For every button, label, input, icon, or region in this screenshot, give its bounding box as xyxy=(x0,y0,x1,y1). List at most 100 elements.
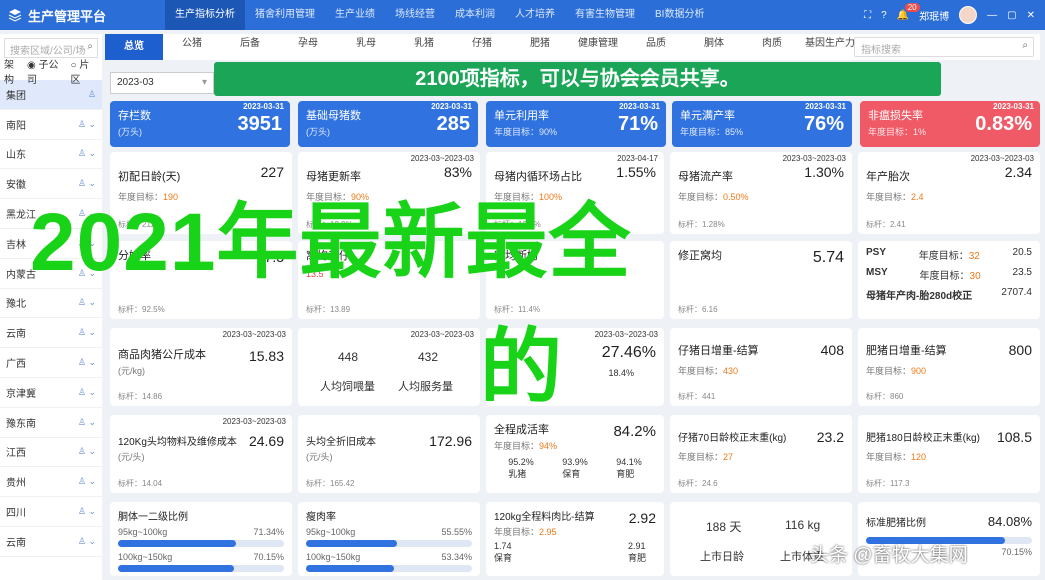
sidebar-item[interactable]: 山东 ♙ ⌄ xyxy=(0,140,102,170)
radio-area[interactable]: ○ 片区 xyxy=(71,56,98,86)
subtab[interactable]: 品质 xyxy=(627,34,685,60)
card-litter-size[interactable]: 窝均产仔 13.5 标杆：13.89 xyxy=(298,241,480,319)
avatar[interactable] xyxy=(959,6,978,24)
card-target: 年度目标：100% xyxy=(494,192,563,202)
subtab[interactable]: 胴体 xyxy=(685,34,743,60)
help-icon[interactable]: ? xyxy=(881,10,887,21)
sidebar-item[interactable]: 豫东南 ♙ ⌄ xyxy=(0,408,102,438)
nav-tab-production-index[interactable]: 生产指标分析 xyxy=(165,0,245,30)
region-search-input[interactable]: 搜索区域/公司/场 ⌕ xyxy=(4,38,98,58)
card-value: 87.3 xyxy=(256,249,284,265)
card-piglet-adg[interactable]: 仔猪日增重-结算 408 年度目标：430 标杆：441 xyxy=(670,328,852,406)
subtab[interactable]: 乳母 xyxy=(337,34,395,60)
card-lean-rate[interactable]: 瘦肉率 95kg~100kg 55.55% 100kg~150kg 53.34% xyxy=(298,502,480,576)
card-material-cost[interactable]: 2023-03~2023-03 120Kg头均物料及维修成本 (元/头) 24.… xyxy=(110,415,292,493)
card-foot: 标杆：860 xyxy=(866,392,904,401)
sidebar-item[interactable]: 京津冀 ♙ ⌄ xyxy=(0,378,102,408)
card-weaning[interactable]: 窝均断奶 标杆：11.4% xyxy=(486,241,664,319)
card-date: 2023-03~2023-03 xyxy=(594,330,658,339)
sidebar-item[interactable]: 江西 ♙ ⌄ xyxy=(0,438,102,468)
card-title: 胴体一二级比例 xyxy=(118,512,188,523)
card-weaning-rate[interactable]: 2023-03~2023-03 27.46% 18.4% xyxy=(486,328,664,406)
card-foot: 标杆：92.5% xyxy=(118,305,165,314)
card-per-capita[interactable]: 2023-03~2023-03 448 432 人均饲喂量 人均服务量 xyxy=(298,328,480,406)
minimize-icon[interactable]: — xyxy=(987,10,997,21)
kpi-card[interactable]: 2023-03-31 非瘟损失率 年度目标：1% 0.83% xyxy=(860,101,1040,147)
metric-card[interactable]: 2023-04-17 母猪内循环场占比 1.55% 年度目标：100% 标杆：12.9% xyxy=(486,152,664,234)
bell-icon[interactable]: 🔔 20 xyxy=(897,2,920,21)
sidebar-item[interactable]: 豫北 ♙ ⌄ xyxy=(0,289,102,319)
nav-tab-farm-operation[interactable]: 场线经营 xyxy=(385,0,445,30)
card-title: 仔猪日增重-结算 xyxy=(678,345,759,357)
card-corrected-litter[interactable]: 修正窝均 5.74 标杆：6.16 xyxy=(670,241,852,319)
fullscreen-icon[interactable]: ⛶ xyxy=(864,10,871,21)
card-foot: 标杆：12.9% xyxy=(494,220,541,229)
nav-tab-cost-profit[interactable]: 成本利润 xyxy=(445,0,505,30)
window-icon[interactable]: ▢ xyxy=(1007,10,1016,21)
sidebar-item[interactable]: 四川 ♙ ⌄ xyxy=(0,497,102,527)
subtab[interactable]: 总览 xyxy=(105,34,163,60)
card-foot: 标杆：14.86 xyxy=(118,392,163,401)
card-finisher-adg[interactable]: 肥猪日增重-结算 800 年度目标：900 标杆：860 xyxy=(858,328,1040,406)
card-date: 2023-03~2023-03 xyxy=(410,154,474,163)
sidebar-item[interactable]: 吉林 ♙ ⌄ xyxy=(0,229,102,259)
nav-tab-pest[interactable]: 有害生物管理 xyxy=(565,0,645,30)
metric-card[interactable]: 2023-03~2023-03 母猪更新率 83% 年度目标：90% 标杆：12.9% xyxy=(298,152,480,234)
person-icon: ♙ ⌄ xyxy=(77,357,96,368)
card-feed-ratio[interactable]: 120kg全程料肉比-结算 2.92 年度目标：2.95 1.74 保育 2.91… xyxy=(486,502,664,576)
kpi-card[interactable]: 2023-03-31 基础母猪数 (万头) 285 xyxy=(298,101,478,147)
metric-card[interactable]: 初配日龄(天) 227 年度目标：190 标杆：212 xyxy=(110,152,292,234)
app-logo[interactable]: 生产管理平台 xyxy=(0,6,165,25)
kpi-card[interactable]: 2023-03-31 存栏数 (万头) 3951 xyxy=(110,101,290,147)
subtab[interactable]: 乳猪 xyxy=(395,34,453,60)
card-psy-msy[interactable]: PSY 年度目标：32 20.5 MSY 年度目标：30 23.5 母猪年产肉-胎280… xyxy=(858,241,1040,319)
card-depreciation[interactable]: 头均全折旧成本 (元/头) 172.96 标杆：165.42 xyxy=(298,415,480,493)
sidebar-item[interactable]: 云南 ♙ ⌄ xyxy=(0,318,102,349)
grade-bar-1 xyxy=(118,540,284,547)
card-finisher-weight[interactable]: 肥猪180日龄校正末重(kg) 108.5 年度目标：120 标杆：117.3 xyxy=(858,415,1040,493)
nav-tab-production-performance[interactable]: 生产业绩 xyxy=(325,0,385,30)
nav-tab-pen-utilization[interactable]: 猪舍利用管理 xyxy=(245,0,325,30)
close-icon[interactable]: ✕ xyxy=(1027,10,1035,21)
subtab[interactable]: 后备 xyxy=(221,34,279,60)
card-carcass-grade[interactable]: 胴体一二级比例 95kg~100kg 71.34% 100kg~150kg 70.1… xyxy=(110,502,292,576)
subtab[interactable]: 肥猪 xyxy=(511,34,569,60)
kpi-card[interactable]: 2023-03-31 单元利用率 年度目标：90% 71% xyxy=(486,101,666,147)
sidebar-item[interactable]: 安徽 ♙ ⌄ xyxy=(0,169,102,200)
card-target: 年度目标：94% xyxy=(494,441,558,451)
sidebar-item[interactable]: 贵州 ♙ ⌄ xyxy=(0,467,102,498)
subtab[interactable]: 仔猪 xyxy=(453,34,511,60)
subtab[interactable]: 健康管理 xyxy=(569,34,627,60)
sidebar-item[interactable]: 广西 ♙ ⌄ xyxy=(0,348,102,378)
card-target: 年度目标：27 xyxy=(678,452,734,462)
kpi-value: 76% xyxy=(803,113,844,135)
nav-tab-talent[interactable]: 人才培养 xyxy=(505,0,565,30)
sidebar-item[interactable]: 黑龙江 ♙ ⌄ xyxy=(0,199,102,229)
card-farrowing[interactable]: 分娩率 87.3 标杆：92.5% xyxy=(110,241,292,319)
subtab[interactable]: 公猪 xyxy=(163,34,221,60)
date-picker[interactable]: 2023-03 ▾ xyxy=(110,72,214,94)
metric-card[interactable]: 2023-03~2023-03 母猪流产率 1.30% 年度目标：0.50% 标杆：1.… xyxy=(670,152,852,234)
subtab[interactable]: 孕母 xyxy=(279,34,337,60)
card-piglet-weight[interactable]: 仔猪70日龄校正末重(kg) 23.2 年度目标：27 标杆：24.6 xyxy=(670,415,852,493)
msy-label: MSY xyxy=(866,267,888,278)
card-kg-cost[interactable]: 2023-03~2023-03 商品肉猪公斤成本 (元/kg) 15.83 标杆… xyxy=(110,328,292,406)
card-title: 窝均产仔 xyxy=(306,250,350,262)
metric-card[interactable]: 2023-03~2023-03 年产胎次 2.34 年度目标：2.4 标杆：2.41 xyxy=(858,152,1040,234)
grade-row-2: 100kg~150kg 70.15% xyxy=(118,552,284,562)
card-foot: 标杆：12.9% xyxy=(306,220,353,229)
subtab[interactable]: 肉质 xyxy=(743,34,801,60)
sidebar-item-label: 京津冀 xyxy=(6,388,36,400)
radio-arch[interactable]: 架构 xyxy=(4,56,23,86)
sidebar-item[interactable]: 内蒙古 ♙ ⌄ xyxy=(0,259,102,289)
card-survival[interactable]: 全程成活率 84.2% 年度目标：94% 95.2% 乳猪 93.9% 保育 94.… xyxy=(486,415,664,493)
nav-tab-bi[interactable]: BI数据分析 xyxy=(645,0,714,30)
radio-subsidiary[interactable]: ◉ 子公司 xyxy=(27,56,67,86)
user-name[interactable]: 郑珉博 xyxy=(919,8,949,23)
card-value: 27.46% xyxy=(601,344,656,361)
kpi-card[interactable]: 2023-03-31 单元满产率 年度目标：85% 76% xyxy=(672,101,852,147)
index-search-input[interactable]: 指标搜索 ⌕ xyxy=(854,37,1034,57)
sidebar-item[interactable]: 云南 ♙ ⌄ xyxy=(0,527,102,557)
subtab[interactable]: 基因生产力 xyxy=(801,34,859,60)
sidebar-item[interactable]: 南阳 ♙ ⌄ xyxy=(0,110,102,140)
